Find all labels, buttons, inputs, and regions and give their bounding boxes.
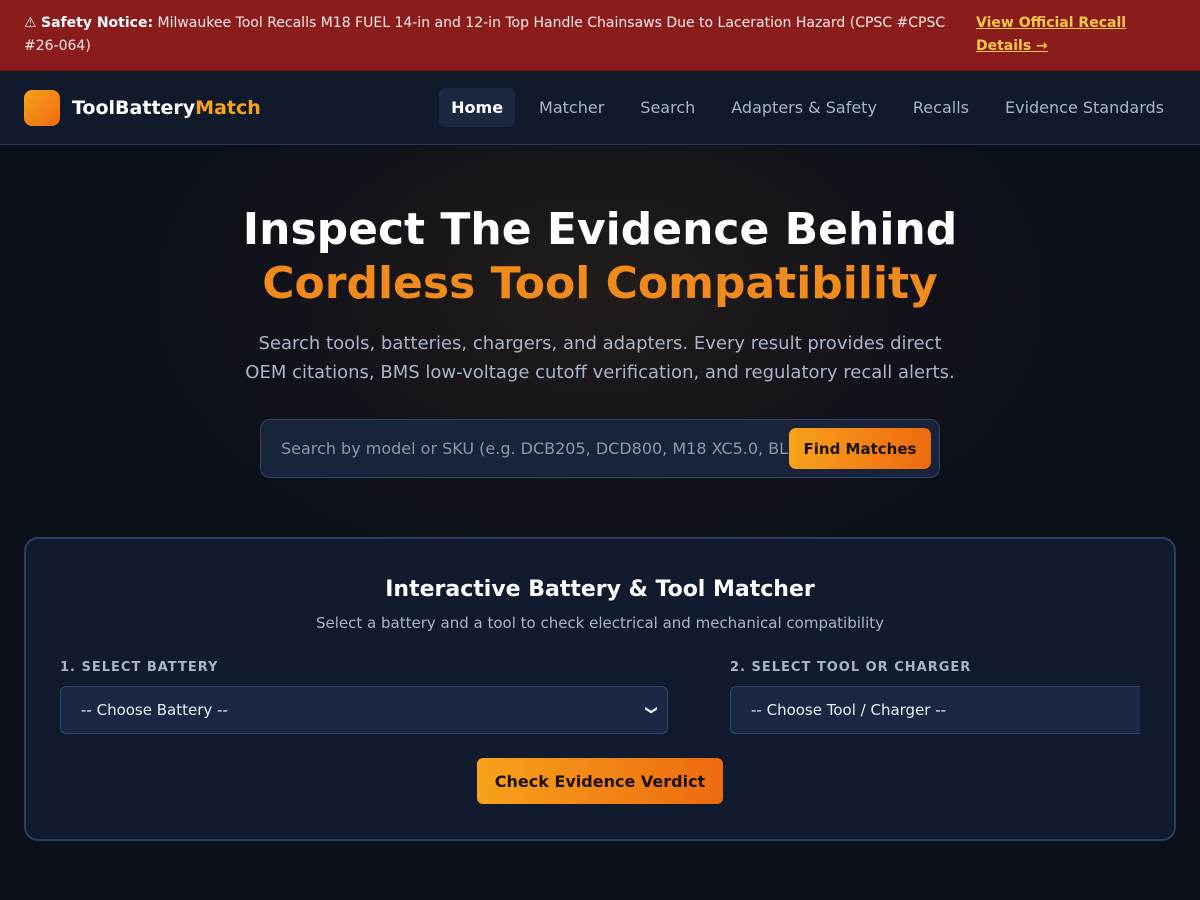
top-navbar: ToolBatteryMatch Home Matcher Search Ada… [0,71,1200,145]
hero-section: Inspect The Evidence Behind Cordless Too… [0,145,1200,537]
nav-links: Home Matcher Search Adapters & Safety Re… [439,88,1176,127]
matcher-fields: 1. SELECT BATTERY -- Choose Battery -- ❯… [60,660,1140,734]
matcher-card: Interactive Battery & Tool Matcher Selec… [24,537,1176,841]
nav-item-matcher[interactable]: Matcher [527,88,616,127]
search-input[interactable] [281,428,789,469]
tool-label: 2. SELECT TOOL OR CHARGER [730,660,972,675]
nav-item-search[interactable]: Search [628,88,707,127]
nav-item-home[interactable]: Home [439,88,516,127]
nav-item-adapters-safety[interactable]: Adapters & Safety [719,88,889,127]
verdict-button-wrap: Check Evidence Verdict [60,758,1140,804]
chevron-down-icon: ❯ [644,704,659,716]
find-matches-button[interactable]: Find Matches [789,428,931,469]
matcher-subtitle: Select a battery and a tool to check ele… [315,614,884,632]
hero-subtitle: Search tools, batteries, chargers, and a… [245,333,955,383]
battery-label: 1. SELECT BATTERY [60,660,219,675]
recall-details-link[interactable]: View Official Recall Details → [976,12,1176,58]
tool-select-value: -- Choose Tool / Charger -- [751,701,947,719]
recall-prefix: Safety Notice: [41,15,154,31]
tool-select[interactable]: -- Choose Tool / Charger -- [730,686,1140,734]
recall-text: ⚠ Safety Notice: Milwaukee Tool Recalls … [24,12,954,58]
battery-select[interactable]: -- Choose Battery -- ❯ [60,686,668,734]
brand-logo-icon [24,89,60,126]
recall-message: Milwaukee Tool Recalls M18 FUEL 14-in an… [24,15,946,54]
search-box: Find Matches [260,419,940,478]
hero-title-line2: Cordless Tool Compatibility [262,258,938,309]
nav-item-recalls[interactable]: Recalls [901,88,981,127]
brand-name: ToolBatteryMatch [72,96,261,119]
warning-icon: ⚠ [24,15,37,31]
battery-field: 1. SELECT BATTERY -- Choose Battery -- ❯ [60,660,668,734]
matcher-title: Interactive Battery & Tool Matcher [385,577,815,602]
check-evidence-verdict-button[interactable]: Check Evidence Verdict [477,758,723,804]
hero-title-line1: Inspect The Evidence Behind [242,204,958,255]
nav-item-evidence-standards[interactable]: Evidence Standards [993,88,1176,127]
battery-select-value: -- Choose Battery -- [81,701,228,719]
tool-field: 2. SELECT TOOL OR CHARGER -- Choose Tool… [730,660,1140,734]
recall-banner: ⚠ Safety Notice: Milwaukee Tool Recalls … [0,0,1200,71]
brand[interactable]: ToolBatteryMatch [24,89,261,126]
